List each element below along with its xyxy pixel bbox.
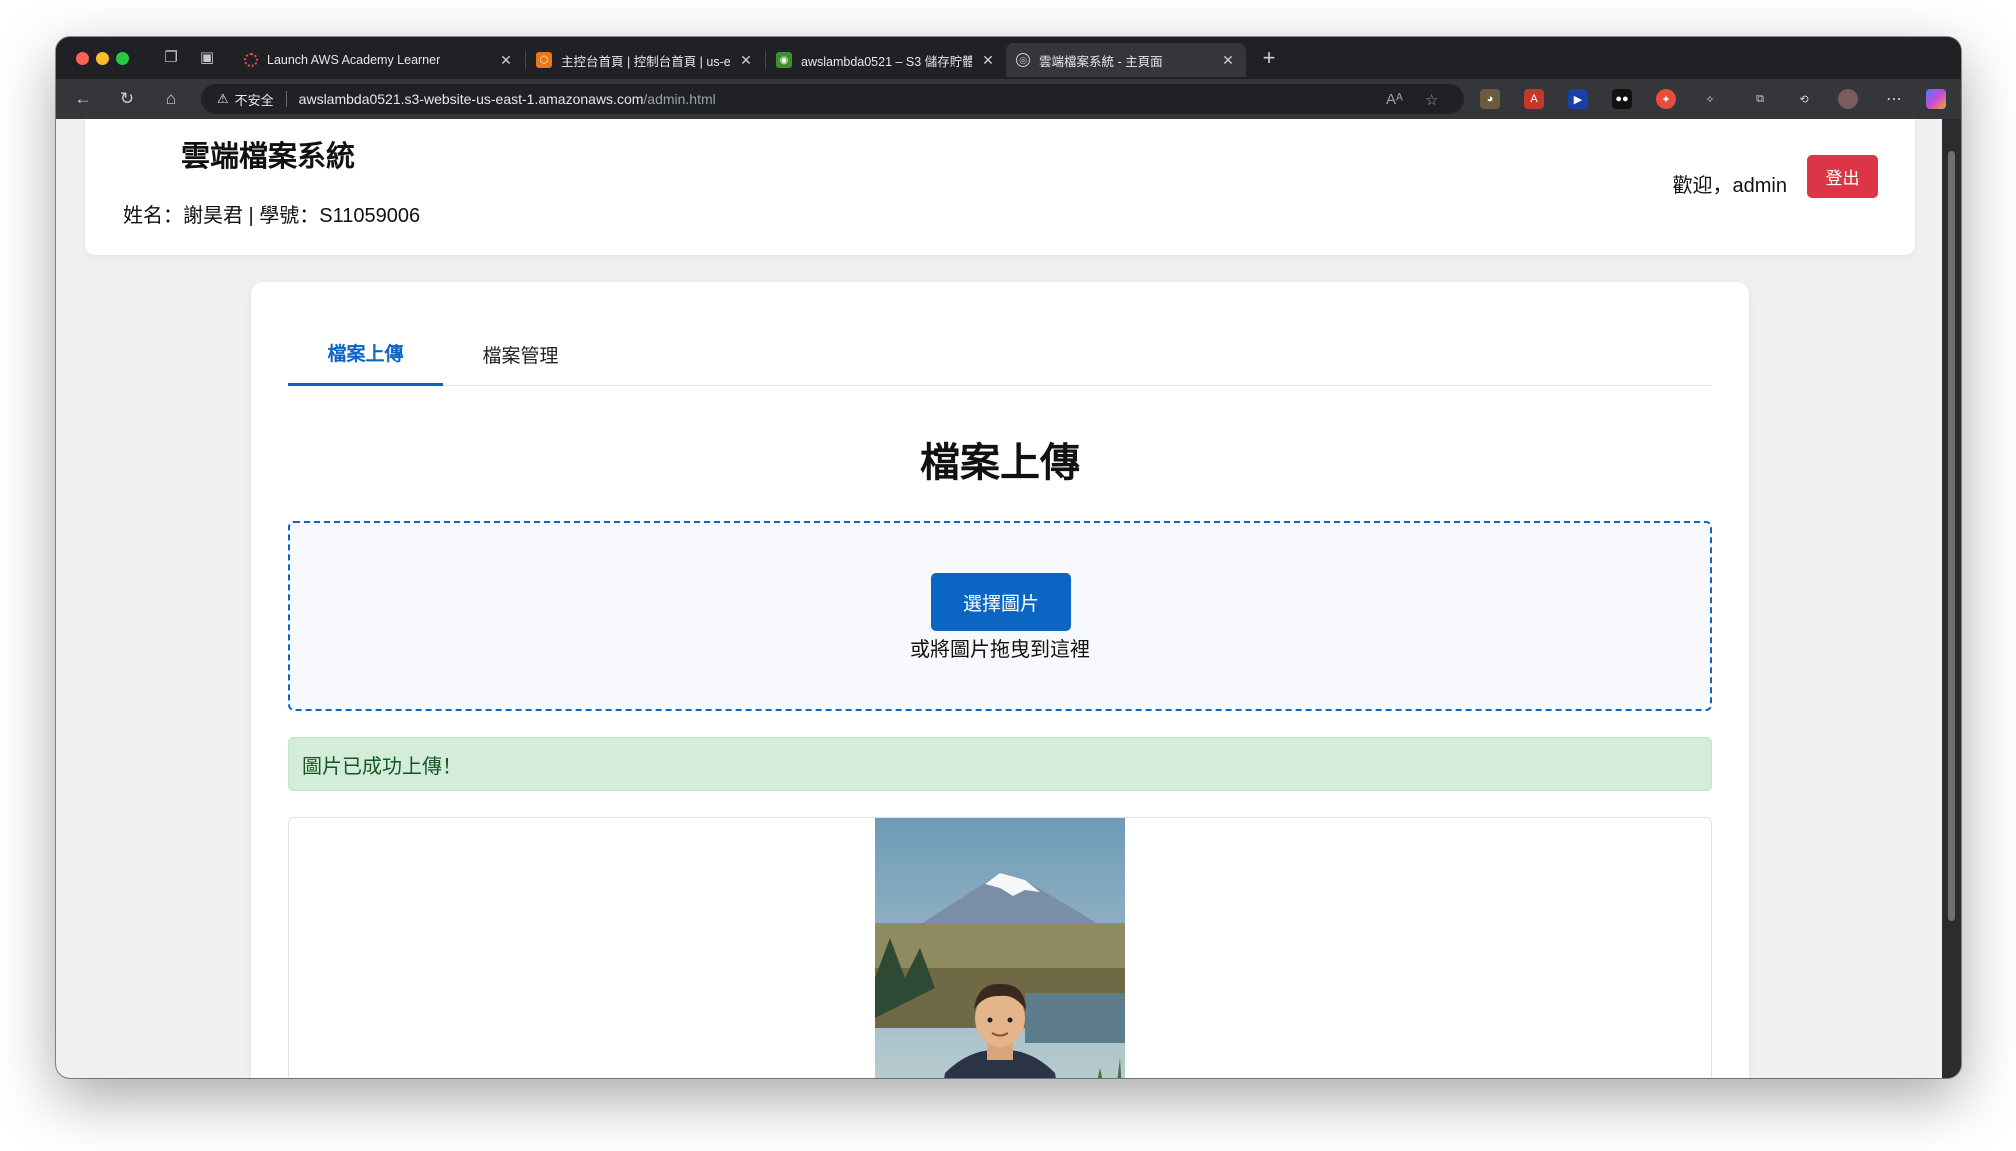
url-host: awslambda0521.s3-website-us-east-1.amazo… <box>298 91 644 107</box>
address-bar[interactable]: ⚠ 不安全 awslambda0521.s3-website-us-east-1… <box>201 84 1464 114</box>
welcome-text: 歡迎，admin <box>1672 175 1787 197</box>
vertical-scrollbar[interactable] <box>1942 119 1961 1078</box>
scrollbar-thumb[interactable] <box>1948 151 1955 921</box>
favorite-star-icon[interactable]: ☆ <box>1425 91 1438 109</box>
history-icon[interactable]: ⟲ <box>1794 89 1814 109</box>
s3-bucket-icon: ◉ <box>776 52 792 68</box>
back-icon[interactable]: ← <box>70 87 96 111</box>
tab-cloud-file-system[interactable]: ◎ 雲端檔案系統 - 主頁面 ✕ <box>1006 43 1246 77</box>
student-info: 姓名：謝昊君 | 學號：S11059006 <box>123 205 421 227</box>
upload-dropzone[interactable]: 選擇圖片 或將圖片拖曳到這裡 <box>288 521 1712 711</box>
security-label: 不安全 <box>234 92 274 108</box>
aws-academy-icon <box>244 53 258 67</box>
close-window-button[interactable] <box>76 52 89 65</box>
page-viewport: 雲端檔案系統 姓名：謝昊君 | 學號：S11059006 歡迎，admin 登出… <box>56 119 1942 1078</box>
more-menu-icon[interactable]: ⋯ <box>1884 89 1904 109</box>
extension-glasses-icon[interactable]: ●● <box>1612 89 1632 109</box>
reload-icon[interactable]: ↻ <box>114 87 140 111</box>
aws-console-icon: ⬡ <box>536 52 552 68</box>
extensions-puzzle-icon[interactable]: ✧ <box>1700 89 1720 109</box>
url-path: /admin.html <box>643 91 716 107</box>
drop-hint: 或將圖片拖曳到這裡 <box>910 639 1090 661</box>
extension-owl-icon[interactable]: ◕ <box>1480 89 1500 109</box>
workspaces-icon[interactable]: ❐ <box>160 47 182 69</box>
read-aloud-icon[interactable]: Aᴬ <box>1386 91 1403 108</box>
tab-bar: ❐ ▣ Launch AWS Academy Learner ✕ ⬡ 主控台首頁… <box>56 37 1961 79</box>
minimize-window-button[interactable] <box>96 52 109 65</box>
site-title: 雲端檔案系統 <box>181 141 356 173</box>
nav-tabs: 檔案上傳 檔案管理 <box>288 322 1712 386</box>
home-icon[interactable]: ⌂ <box>158 87 184 111</box>
navigation-bar: ← ↻ ⌂ ⚠ 不安全 awslambda0521.s3-website-us-… <box>56 79 1961 119</box>
extension-play-icon[interactable]: ▶ <box>1568 89 1588 109</box>
choose-image-button[interactable]: 選擇圖片 <box>931 573 1071 631</box>
site-header: 雲端檔案系統 姓名：謝昊君 | 學號：S11059006 歡迎，admin 登出 <box>85 119 1915 255</box>
close-tab-icon[interactable]: ✕ <box>498 52 514 69</box>
warning-icon: ⚠ <box>217 91 229 106</box>
copilot-icon[interactable] <box>1926 89 1946 109</box>
close-tab-icon[interactable]: ✕ <box>738 52 754 69</box>
extension-a-icon[interactable]: A <box>1524 89 1544 109</box>
vertical-tabs-icon[interactable]: ▣ <box>196 47 218 69</box>
new-tab-button[interactable]: + <box>1256 45 1282 71</box>
close-tab-icon[interactable]: ✕ <box>1220 52 1236 69</box>
logout-button[interactable]: 登出 <box>1807 155 1878 198</box>
globe-icon: ◎ <box>1016 53 1030 67</box>
success-alert: 圖片已成功上傳！ <box>288 737 1712 791</box>
tab-file-management[interactable]: 檔案管理 <box>443 322 598 386</box>
tab-aws-console[interactable]: ⬡ 主控台首頁 | 控制台首頁 | us-east ✕ <box>526 43 764 77</box>
uploaded-image-preview <box>875 818 1125 1078</box>
collections-icon[interactable]: ⧉ <box>1750 89 1770 109</box>
maximize-window-button[interactable] <box>116 52 129 65</box>
tab-file-upload[interactable]: 檔案上傳 <box>288 322 443 386</box>
tab-s3-bucket[interactable]: ◉ awslambda0521 – S3 儲存貯體 | ✕ <box>766 43 1006 77</box>
tab-aws-academy[interactable]: Launch AWS Academy Learner ✕ <box>234 43 524 77</box>
close-tab-icon[interactable]: ✕ <box>980 52 996 69</box>
image-preview-card <box>288 817 1712 1078</box>
main-panel: 檔案上傳 檔案管理 檔案上傳 選擇圖片 或將圖片拖曳到這裡 圖片已成功上傳！ <box>251 282 1749 1078</box>
extension-fire-icon[interactable]: ✦ <box>1656 89 1676 109</box>
profile-avatar-icon[interactable] <box>1838 89 1858 109</box>
browser-window: ❐ ▣ Launch AWS Academy Learner ✕ ⬡ 主控台首頁… <box>56 37 1961 1078</box>
section-title: 檔案上傳 <box>920 441 1080 485</box>
